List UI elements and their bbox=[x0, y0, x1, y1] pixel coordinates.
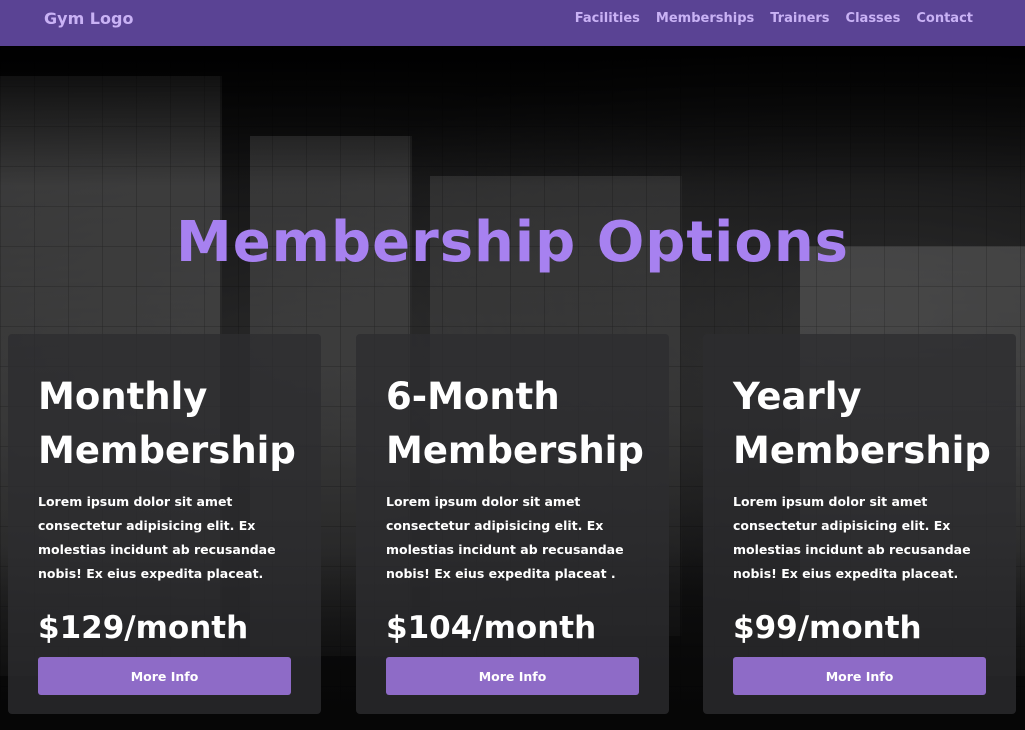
nav-link-memberships[interactable]: Memberships bbox=[656, 11, 754, 26]
more-info-button[interactable]: More Info bbox=[733, 657, 986, 695]
page-title: Membership Options bbox=[175, 210, 850, 275]
card-title: Monthly Membership bbox=[38, 375, 296, 472]
card-price: $99/month bbox=[733, 610, 922, 646]
membership-card-6-month: 6-Month Membership Lorem ipsum dolor sit… bbox=[356, 334, 669, 714]
card-price: $129/month bbox=[38, 610, 249, 646]
card-description: Lorem ipsum dolor sit amet consectetur a… bbox=[733, 494, 971, 581]
card-description: Lorem ipsum dolor sit amet consectetur a… bbox=[386, 494, 624, 581]
nav-link-classes[interactable]: Classes bbox=[846, 11, 901, 26]
more-info-button[interactable]: More Info bbox=[386, 657, 639, 695]
nav-link-trainers[interactable]: Trainers bbox=[770, 11, 829, 26]
more-info-button[interactable]: More Info bbox=[38, 657, 291, 695]
gym-logo[interactable]: Gym Logo bbox=[44, 9, 133, 28]
card-description: Lorem ipsum dolor sit amet consectetur a… bbox=[38, 494, 276, 581]
card-title: Yearly Membership bbox=[733, 375, 991, 472]
card-price: $104/month bbox=[386, 610, 597, 646]
nav-link-contact[interactable]: Contact bbox=[916, 11, 973, 26]
navbar: Gym Logo Facilities Memberships Trainers… bbox=[0, 0, 1025, 46]
card-title: 6-Month Membership bbox=[386, 375, 644, 472]
membership-card-monthly: Monthly Membership Lorem ipsum dolor sit… bbox=[8, 334, 321, 714]
nav-link-facilities[interactable]: Facilities bbox=[575, 11, 640, 26]
nav-links: Facilities Memberships Trainers Classes … bbox=[575, 11, 973, 26]
membership-card-yearly: Yearly Membership Lorem ipsum dolor sit … bbox=[703, 334, 1016, 714]
